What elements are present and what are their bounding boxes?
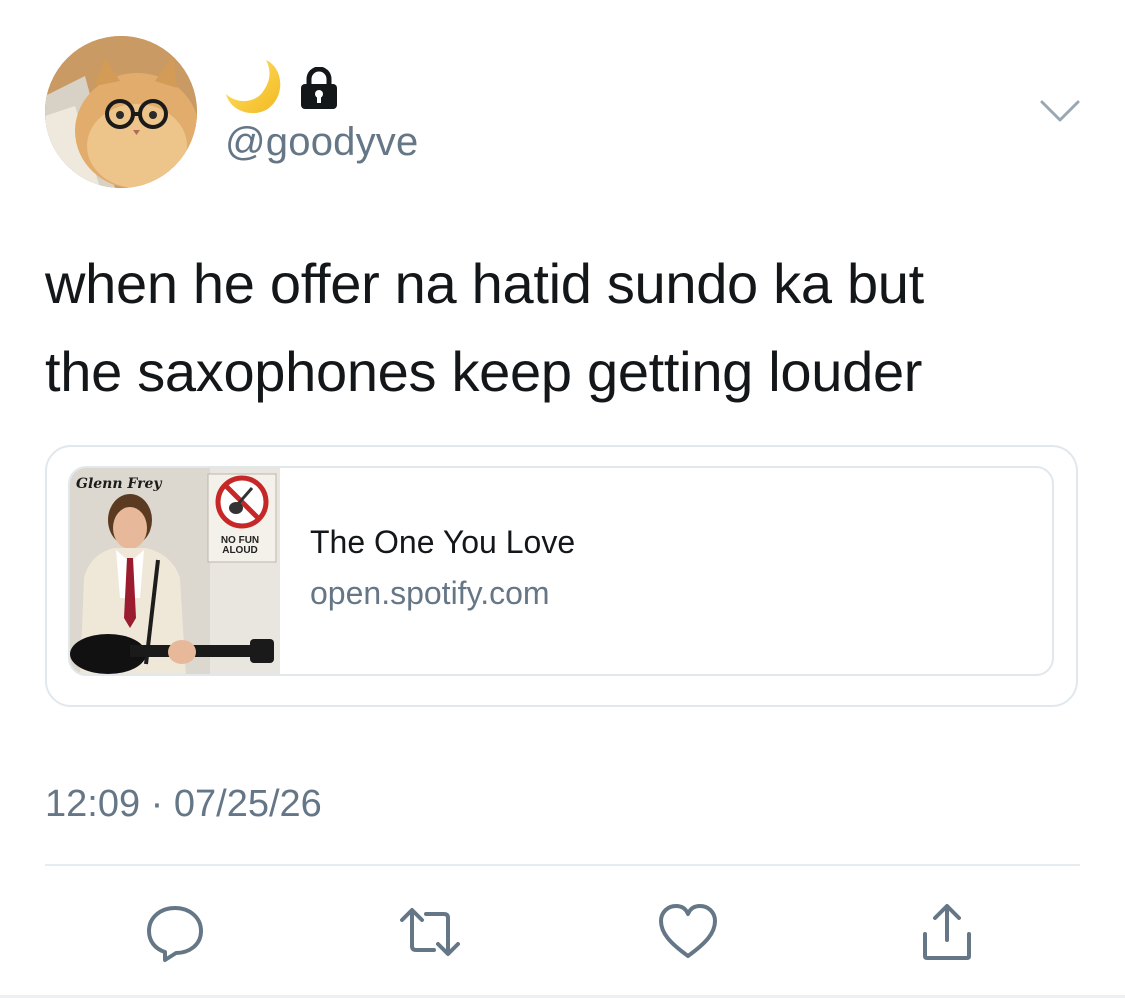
avatar-cat-image — [45, 36, 197, 188]
action-bar — [0, 890, 1125, 970]
link-card-domain: open.spotify.com — [310, 575, 550, 611]
tweet-text-line: the saxophones keep getting louder — [45, 340, 923, 403]
lock-icon — [301, 67, 337, 109]
album-sign-text: NO FUN ALOUD — [210, 536, 270, 556]
user-handle[interactable]: @goodyve — [225, 118, 418, 166]
divider — [45, 864, 1080, 866]
album-sign-line: ALOUD — [222, 545, 258, 556]
link-card[interactable]: Glenn Frey NO FUN ALOUD The One You Love… — [68, 466, 1054, 676]
album-artist-text: Glenn Frey — [76, 476, 162, 492]
tweet-timestamp[interactable]: 12:09 · 07/25/26 — [45, 782, 322, 826]
avatar[interactable] — [45, 36, 197, 188]
tweet-text: when he offer na hatid sundo ka but the … — [45, 240, 1085, 416]
chevron-down-icon[interactable] — [1038, 96, 1082, 126]
share-icon[interactable] — [915, 900, 979, 964]
tweet-text-line: when he offer na hatid sundo ka but — [45, 252, 924, 315]
crescent-moon-icon — [226, 60, 281, 114]
album-art-image: Glenn Frey NO FUN ALOUD — [70, 468, 280, 674]
like-icon[interactable] — [656, 900, 720, 964]
link-card-title: The One You Love — [310, 524, 576, 560]
tweet: @goodyve when he offer na hatid sundo ka… — [0, 0, 1125, 998]
reply-icon[interactable] — [143, 900, 207, 964]
retweet-icon[interactable] — [398, 900, 462, 964]
display-name[interactable] — [226, 58, 340, 114]
